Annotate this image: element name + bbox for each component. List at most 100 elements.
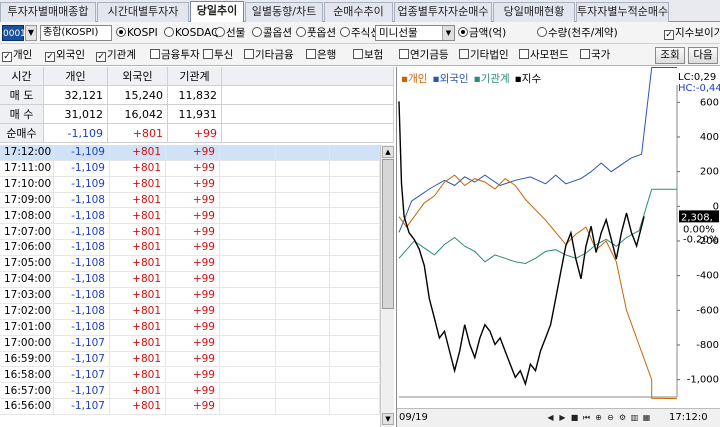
investor-checkbox-10[interactable]: 사모펀드 (519, 48, 569, 63)
checkbox-icon[interactable] (399, 49, 409, 59)
checkbox-icon[interactable] (150, 49, 160, 59)
checkbox-icon[interactable] (459, 49, 469, 59)
summary-table: 시간 개인 외국인 기관계 매 도 32,121 15,240 11,832 매 수 31,012… (0, 67, 394, 143)
radio-icon[interactable] (340, 27, 350, 37)
table-row[interactable]: 16:57:00 -1,107 +801 +99 (0, 383, 380, 400)
row-empty-cell (276, 335, 330, 351)
x-start-label: 09/19 (399, 412, 428, 423)
table-row[interactable]: 17:00:00 -1,107 +801 +99 (0, 335, 380, 352)
market-radio-0[interactable]: KOSPI (116, 26, 158, 41)
tab-2[interactable]: 당일추이 (190, 1, 244, 23)
tab-0[interactable]: 투자자별매매종합 (0, 2, 96, 22)
table-row[interactable]: 17:08:00 -1,108 +801 +99 (0, 208, 380, 225)
table-row[interactable]: 16:56:00 -1,107 +801 +99 (0, 399, 380, 416)
table-row[interactable]: 17:12:00 -1,109 +801 +99 (0, 145, 380, 161)
investor-checkbox-1[interactable]: ✓ 외국인 (45, 48, 85, 63)
investor-checkbox-0[interactable]: ✓ 개인 (2, 48, 32, 63)
table-row[interactable]: 17:04:00 -1,108 +801 +99 (0, 272, 380, 288)
next-button[interactable]: 다음 (688, 47, 718, 64)
checkbox-icon[interactable] (353, 49, 363, 59)
table-row[interactable]: 17:01:00 -1,108 +801 +99 (0, 319, 380, 336)
settings-icon[interactable]: ⚙ (617, 412, 628, 424)
checkbox-icon[interactable]: ✓ (45, 52, 55, 62)
radio-icon[interactable] (537, 27, 547, 37)
tab-1[interactable]: 시간대별투자자 (97, 2, 189, 22)
tab-7[interactable]: 투자자별누적순매수 (576, 2, 669, 22)
unit-radio-1[interactable]: 수량(천주/계약) (537, 26, 618, 41)
checkbox-icon[interactable] (519, 49, 529, 59)
table-row[interactable]: 17:07:00 -1,108 +801 +99 (0, 224, 380, 241)
zoom-out-icon[interactable]: ⊖ (605, 412, 616, 424)
tab-4[interactable]: 순매수추이 (324, 2, 393, 22)
market-radio-2[interactable]: 선물 (215, 26, 245, 41)
investor-checkbox-5[interactable]: 기타금융 (244, 48, 294, 63)
checkbox-icon[interactable] (580, 49, 590, 59)
row-value: +801 (110, 351, 166, 367)
zoom-in-icon[interactable]: ⊕ (593, 412, 604, 424)
table-row[interactable]: 16:58:00 -1,107 +801 +99 (0, 367, 380, 384)
table-row[interactable]: 17:02:00 -1,108 +801 +99 (0, 304, 380, 320)
investor-checkbox-11[interactable]: 국가 (580, 48, 610, 63)
scroll-down-icon[interactable]: ▼ (382, 413, 394, 425)
list-scrollbar[interactable]: ▲ ▼ (380, 145, 394, 427)
code-input[interactable]: 0001 (2, 25, 26, 41)
scroll-up-icon[interactable]: ▲ (382, 146, 394, 158)
checkbox-icon[interactable]: ✓ (664, 30, 674, 40)
row-empty-cell (220, 335, 276, 351)
show-index-checkbox[interactable]: ✓ 지수보이기 (664, 26, 720, 41)
market-radio-3[interactable]: 콜옵션 (252, 26, 292, 41)
investor-checkbox-8[interactable]: 연기금등 (399, 48, 449, 63)
investor-checkbox-4[interactable]: 투신 (203, 48, 233, 63)
table-row[interactable]: 17:05:00 -1,108 +801 +99 (0, 256, 380, 273)
investor-checkbox-7[interactable]: 보험 (353, 48, 383, 63)
row-value: +99 (166, 256, 220, 272)
radio-icon[interactable] (164, 27, 174, 37)
checkbox-icon[interactable]: ✓ (2, 52, 12, 62)
investor-checkbox-9[interactable]: 기타법인 (459, 48, 509, 63)
scroll-thumb[interactable] (382, 159, 394, 309)
radio-icon[interactable] (215, 27, 225, 37)
chevron-down-icon[interactable]: ▼ (442, 26, 454, 40)
row-value: +99 (166, 192, 220, 208)
table-row[interactable]: 17:09:00 -1,108 +801 +99 (0, 192, 380, 209)
investor-checkbox-2[interactable]: ✓ 기관계 (96, 48, 136, 63)
row-empty-cell (276, 256, 330, 272)
scroll-left-icon[interactable]: ◀ (545, 412, 556, 424)
table-row[interactable]: 17:11:00 -1,109 +801 +99 (0, 160, 380, 177)
row-time: 17:00:00 (0, 335, 54, 351)
code-dropdown-button[interactable]: ▼ (25, 25, 37, 41)
stop-icon[interactable]: ■ (569, 412, 580, 424)
summary-row: 매 수 31,012 16,042 11,931 (0, 105, 394, 124)
radio-icon[interactable] (458, 27, 468, 37)
checkbox-icon[interactable]: ✓ (96, 52, 106, 62)
investor-checkbox-3[interactable]: 금융투자 (150, 48, 200, 63)
table-row[interactable]: 17:03:00 -1,108 +801 +99 (0, 288, 380, 304)
tab-6[interactable]: 당일매매현황 (493, 2, 575, 22)
row-empty-cell (220, 192, 276, 208)
radio-icon[interactable] (116, 27, 126, 37)
query-button[interactable]: 조회 (655, 47, 685, 64)
table-row[interactable]: 16:59:00 -1,107 +801 +99 (0, 351, 380, 368)
radio-icon[interactable] (252, 27, 262, 37)
unit-radio-0[interactable]: 금액(억) (458, 26, 506, 41)
market-radio-1[interactable]: KOSDAQ (164, 26, 219, 41)
play-icon[interactable]: ▶ (557, 412, 568, 424)
investor-checkbox-6[interactable]: 은행 (306, 48, 336, 63)
previous-icon[interactable]: ⏮ (581, 412, 592, 424)
tab-5[interactable]: 업종별투자자순매수 (394, 2, 492, 22)
grid-icon[interactable]: ▦ (641, 412, 652, 424)
row-value: +801 (110, 256, 166, 272)
market-radio-4[interactable]: 풋옵션 (296, 26, 336, 41)
row-empty-cell (220, 367, 276, 383)
bar-chart-icon[interactable]: ▥ (629, 412, 640, 424)
checkbox-icon[interactable] (244, 49, 254, 59)
chart-toolbar: 09/19 ◀ ▶ ■ ⏮ ⊕ ⊖ ⚙ ▥ ▦ 17:12:0 (397, 408, 720, 427)
tab-3[interactable]: 일별동향/차트 (245, 2, 323, 22)
index-combo[interactable]: 종합(KOSPI) (40, 25, 112, 41)
checkbox-icon[interactable] (306, 49, 316, 59)
table-row[interactable]: 17:06:00 -1,108 +801 +99 (0, 240, 380, 257)
table-row[interactable]: 17:10:00 -1,109 +801 +99 (0, 176, 380, 193)
row-empty-cell (220, 145, 276, 160)
checkbox-icon[interactable] (203, 49, 213, 59)
radio-icon[interactable] (296, 27, 306, 37)
